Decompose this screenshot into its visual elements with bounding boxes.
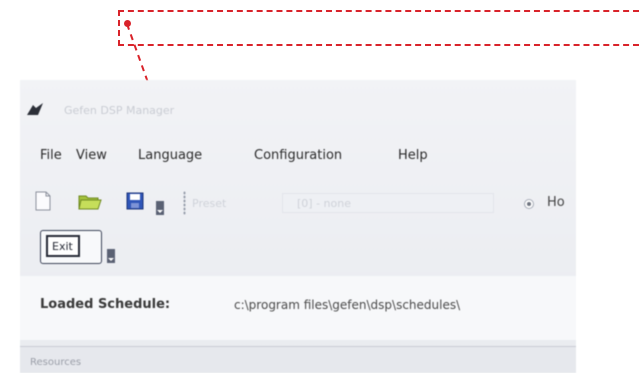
menu-file[interactable]: File [40,148,62,163]
loaded-schedule-label: Loaded Schedule: [40,297,171,312]
menu-language[interactable]: Language [138,148,202,163]
preset-select[interactable]: [0] - none [282,193,494,213]
menu-view[interactable]: View [76,148,107,163]
window-title: Gefen DSP Manager [64,104,175,117]
open-folder-icon[interactable] [78,191,102,211]
exit-toolbar-dropdown[interactable] [107,249,115,263]
app-logo-icon [27,103,43,115]
menu-configuration[interactable]: Configuration [254,148,342,163]
home-radio-label: Ho [547,195,565,210]
title-bar: Gefen DSP Manager [20,80,576,128]
main-toolbar: Preset [0] - none Ho [20,185,576,225]
menu-bar: File View Language Configuration Help [20,144,576,166]
toolbar-overflow-dropdown[interactable] [156,201,164,215]
exit-label: Exit [46,235,80,257]
exit-button[interactable]: Exit [40,230,102,264]
menu-help[interactable]: Help [398,148,428,163]
home-radio-button[interactable] [524,199,534,209]
save-icon[interactable] [126,191,144,211]
loaded-schedule-path: c:\program files\gefen\dsp\schedules\ [234,298,461,312]
bottom-panel-label: Resources [30,357,82,368]
application-window: Gefen DSP Manager File View Language Con… [20,80,576,373]
exit-toolbar: Exit [34,228,118,268]
bottom-panel-header: Resources [20,346,576,373]
preset-label: Preset [192,197,227,210]
loaded-schedule-panel: Loaded Schedule: c:\program files\gefen\… [20,276,576,340]
toolbar-grip-handle[interactable] [183,191,186,215]
new-file-icon[interactable] [34,191,52,211]
